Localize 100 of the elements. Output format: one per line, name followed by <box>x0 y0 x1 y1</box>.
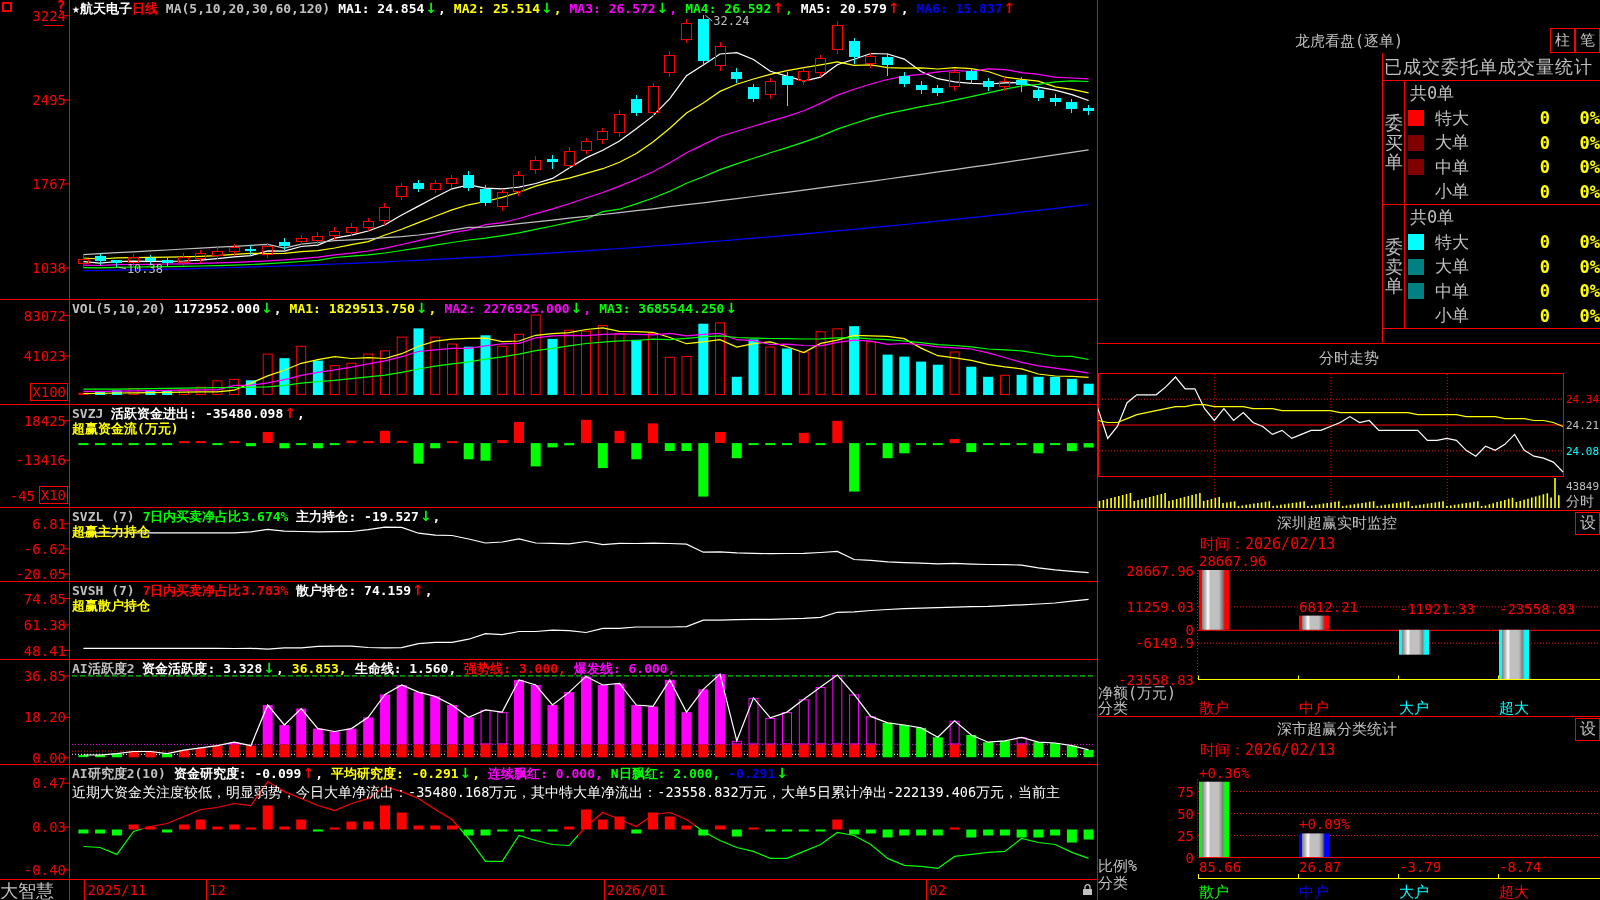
indicator-text: , <box>438 1 446 16</box>
order-count: 0 <box>1538 157 1550 177</box>
indicator-text: 资金研究度: -0.099 <box>173 766 302 781</box>
order-share: 0% <box>1578 281 1600 301</box>
axis-label: 6.81 <box>32 515 66 532</box>
trend-arrow: ↓ <box>263 661 275 676</box>
order-total: 共0单 <box>1409 82 1456 105</box>
panel-title: 龙虎看盘(逐单) <box>1294 32 1404 52</box>
order-size-label: 小单 <box>1434 180 1470 203</box>
indicator-text: ★航天电子 <box>72 1 132 16</box>
order-size-label: 特大 <box>1434 230 1470 254</box>
axis-label: 28667.96 <box>1126 562 1194 579</box>
order-count: 0 <box>1538 256 1550 277</box>
category-label: 超大 <box>1499 883 1529 900</box>
indicator-text: , <box>900 1 909 16</box>
indicator-text: MA(5,10,20,30,60,120) <box>165 1 331 16</box>
axis-label: 24.34 <box>1566 393 1600 407</box>
axis-label: -20.05 <box>15 566 66 581</box>
axis-label: 83072 <box>23 307 66 324</box>
indicator-text: , <box>315 766 323 781</box>
category-label: 中户 <box>1299 883 1329 900</box>
time-label: 时间：2026/02/13 <box>1200 535 1336 553</box>
order-share: 0% <box>1578 157 1600 177</box>
trend-arrow: ↓ <box>419 509 432 524</box>
indicator-text: 超赢散户持仓 <box>72 598 150 613</box>
indicator-text: 散户持仓: 74.159 <box>296 583 412 598</box>
change-label: +0.09% <box>1299 816 1350 833</box>
axis-label: 24.08 <box>1566 444 1600 458</box>
price-label: 10.38 <box>118 261 163 276</box>
indicator-text: MA3: 26.572 <box>569 1 656 16</box>
trend-arrow: ↓ <box>725 301 738 316</box>
indicator-text: MA1: 1829513.750 <box>289 301 415 316</box>
order-total: 共0单 <box>1409 206 1456 229</box>
table-title: 已成交委托单成交量统计 <box>1383 53 1600 81</box>
group-label: 委买单 <box>1384 112 1403 173</box>
indicator-text: , <box>583 301 592 316</box>
indicator-text: AI研究度2(10) <box>72 766 166 781</box>
date-label: 2026/01 <box>606 882 666 898</box>
indicator-text: 主力持仓: -19.527 <box>296 509 419 524</box>
order-share: 0% <box>1578 232 1600 252</box>
indicator-text: N日飘红: 2.000, <box>610 766 721 781</box>
axis-label: 36.85 <box>23 667 66 684</box>
value-label: -11921.33 <box>1399 600 1475 617</box>
indicator-text: MA3: 3685544.250 <box>599 301 725 316</box>
trend-arrow: ↓ <box>261 301 273 316</box>
axis-label: 24.21 <box>1566 419 1600 432</box>
axis-label: 1767 <box>32 175 66 192</box>
order-share: 0% <box>1578 256 1600 277</box>
indicator-text: 36.853, <box>291 661 347 676</box>
axis-label: 0.03 <box>32 819 66 835</box>
trend-arrow: ↓ <box>415 301 428 316</box>
order-count: 0 <box>1538 305 1550 326</box>
category-label: 大户 <box>1399 883 1429 900</box>
indicator-text: , <box>472 766 481 781</box>
indicator-text: 强势线: 3.000, <box>464 661 566 676</box>
value-label: -23558.83 <box>1499 600 1575 617</box>
order-count: 0 <box>1538 181 1550 202</box>
indicator-text: , <box>296 406 305 421</box>
trend-arrow: ↑ <box>412 583 424 598</box>
indicator-text: 资金活跃度: 3.328 <box>142 661 263 676</box>
panel-title: 深圳超赢实时监控 <box>1275 513 1398 534</box>
indicator-text: AI活跃度2 <box>72 661 135 676</box>
indicator-text: 平均研究度: -0.291 <box>331 766 459 781</box>
indicator-text: 活跃资金进出: -35480.098 <box>111 406 284 421</box>
indicator-text: SVZJ <box>72 406 104 421</box>
trend-arrow: ↓ <box>540 1 553 16</box>
trend-arrow: ↑ <box>302 766 315 781</box>
indicator-text: 7日内买卖净占比3.674% <box>142 509 289 524</box>
indicator-text: , <box>432 509 441 524</box>
value-label: -8.74 <box>1499 859 1542 875</box>
trend-arrow: ↑ <box>887 1 900 16</box>
axis-label: 74.85 <box>23 590 66 607</box>
indicator-text: , <box>276 661 284 676</box>
axis-label: 25 <box>1177 827 1194 844</box>
axis-label: 2495 <box>32 91 66 108</box>
date-label: 2025/11 <box>87 882 147 898</box>
annotation: 10.38 <box>126 261 164 276</box>
order-size-label: 小单 <box>1434 304 1470 327</box>
axis-label: 75 <box>1177 783 1194 800</box>
category-label: 散户 <box>1199 883 1229 900</box>
axis-caption: 分时 <box>1566 493 1594 509</box>
indicator-text: 生命线: 1.560, <box>354 661 457 676</box>
trend-arrow: ↑ <box>1003 1 1016 16</box>
time-label: 时间：2026/02/13 <box>1200 741 1336 759</box>
value-label: 26.87 <box>1299 859 1342 875</box>
axis-label: 0 <box>1185 849 1194 866</box>
indicator-text: 7日内买卖净占比3.783% <box>142 583 289 598</box>
trend-arrow: ↑ <box>284 406 296 421</box>
panel-title: 分时走势 <box>1319 349 1379 368</box>
order-count: 0 <box>1538 232 1550 252</box>
axis-label: 18.20 <box>23 709 66 726</box>
category-label: 超大 <box>1499 699 1529 716</box>
annotation: 32.24 <box>713 14 750 29</box>
axis-label: -0.40 <box>23 861 66 878</box>
value-label: 85.66 <box>1199 859 1242 875</box>
axis-label: 0.00 <box>32 749 66 764</box>
trend-arrow: ↓ <box>459 766 472 781</box>
volume-max-label: 43849 <box>1566 480 1600 493</box>
indicator-text: , <box>669 1 678 16</box>
order-share: 0% <box>1578 181 1600 202</box>
